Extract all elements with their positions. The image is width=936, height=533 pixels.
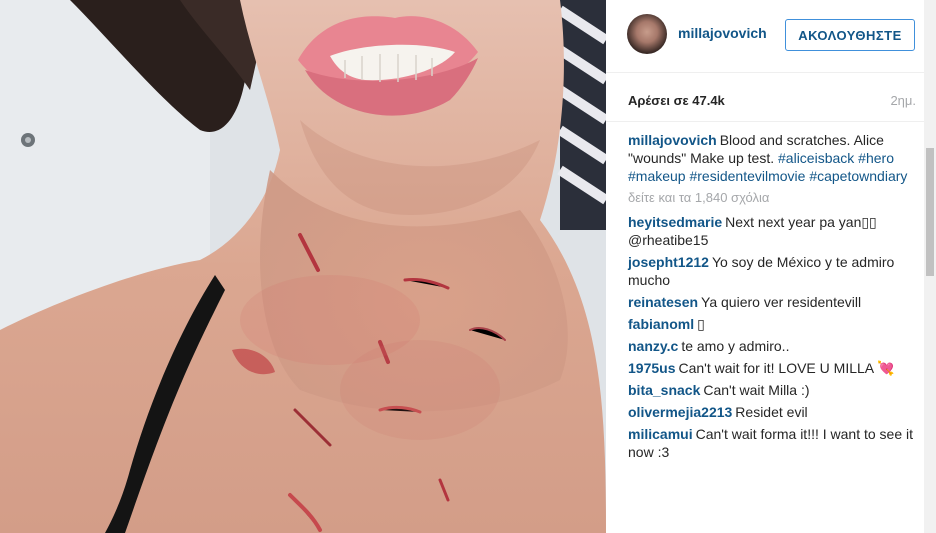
comment-text: Can't wait for it! LOVE U MILLA 💘 (678, 360, 895, 376)
post-header: millajovovich ΑΚΟΛΟΥΘΗΣΤΕ (606, 0, 924, 73)
comment-item: heyitsedmarie Next next year pa yan▯▯ @rh… (628, 213, 916, 249)
post-photo-illustration (0, 0, 606, 533)
comment-item: 1975us Can't wait for it! LOVE U MILLA 💘 (628, 359, 916, 377)
hashtag-link[interactable]: #makeup (628, 168, 686, 184)
comment-text: Can't wait Milla :) (703, 382, 810, 398)
hashtag-link[interactable]: #residentevilmovie (689, 168, 805, 184)
comment-username[interactable]: josepht1212 (628, 254, 709, 270)
comment-username[interactable]: fabianoml (628, 316, 694, 332)
header-username[interactable]: millajovovich (678, 25, 767, 41)
comments-section: millajovovich Blood and scratches. Alice … (606, 121, 924, 533)
avatar[interactable] (627, 14, 667, 54)
comment-item: reinatesen Ya quiero ver residentevill (628, 293, 916, 311)
comment-username[interactable]: bita_snack (628, 382, 700, 398)
hashtag-link[interactable]: #capetowndiary (809, 168, 907, 184)
hashtag-link[interactable]: #hero (858, 150, 894, 166)
comment-username[interactable]: olivermejia2213 (628, 404, 732, 420)
post-side-panel: millajovovich ΑΚΟΛΟΥΘΗΣΤΕ Αρέσει σε 47.4… (606, 0, 924, 533)
comment-text: ▯ (697, 316, 705, 332)
post-modal: millajovovich ΑΚΟΛΟΥΘΗΣΤΕ Αρέσει σε 47.4… (0, 0, 936, 533)
scrollbar[interactable] (924, 0, 936, 533)
comment-text: Residet evil (735, 404, 808, 420)
comment-text: Ya quiero ver residentevill (701, 294, 862, 310)
caption: millajovovich Blood and scratches. Alice … (628, 131, 916, 185)
comment-item: nanzy.c te amo y admiro.. (628, 337, 916, 355)
post-time[interactable]: 2ημ. (890, 93, 916, 108)
follow-button[interactable]: ΑΚΟΛΟΥΘΗΣΤΕ (785, 19, 915, 51)
comment-item: olivermejia2213 Residet evil (628, 403, 916, 421)
post-photo[interactable] (0, 0, 606, 533)
comments-list: millajovovich Blood and scratches. Alice … (606, 122, 924, 461)
comment-username[interactable]: reinatesen (628, 294, 698, 310)
likes-count[interactable]: Αρέσει σε 47.4k (628, 93, 725, 108)
hashtag-link[interactable]: #aliceisback (778, 150, 854, 166)
comment-username[interactable]: milicamui (628, 426, 693, 442)
comment-username[interactable]: heyitsedmarie (628, 214, 722, 230)
caption-username[interactable]: millajovovich (628, 132, 717, 148)
view-all-comments-link[interactable]: δείτε και τα 1,840 σχόλια (628, 189, 916, 207)
comment-item: milicamui Can't wait forma it!!! I want t… (628, 425, 916, 461)
comment-item: bita_snack Can't wait Milla :) (628, 381, 916, 399)
scrollbar-thumb[interactable] (926, 148, 934, 276)
comment-item: josepht1212 Yo soy de México y te admiro … (628, 253, 916, 289)
comment-username[interactable]: nanzy.c (628, 338, 678, 354)
comment-list: heyitsedmarie Next next year pa yan▯▯ @rh… (628, 213, 916, 461)
comment-text: te amo y admiro.. (681, 338, 790, 354)
likes-row: Αρέσει σε 47.4k 2ημ. (628, 93, 916, 113)
comment-item: fabianoml ▯ (628, 315, 916, 333)
comment-username[interactable]: 1975us (628, 360, 675, 376)
